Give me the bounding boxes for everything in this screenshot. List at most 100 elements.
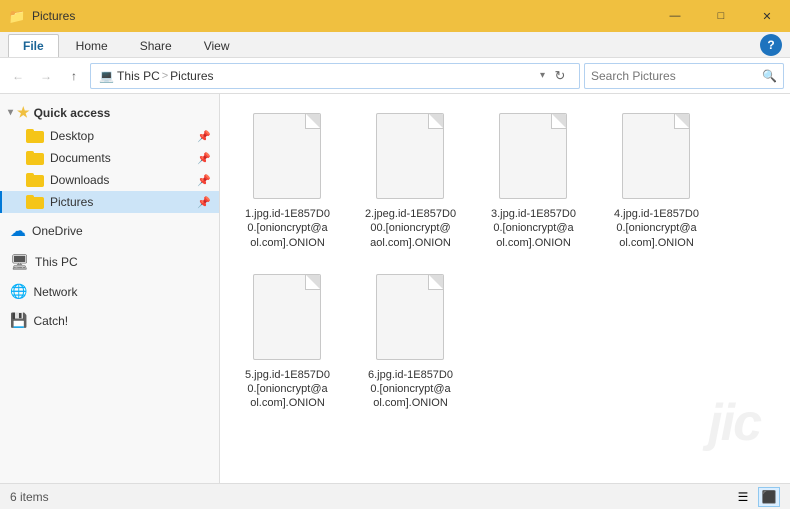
sidebar-section-quick-access: ▾ ★ Quick access Desktop 📌 Documents 📌 xyxy=(0,100,219,213)
path-sep-1: > xyxy=(162,70,168,82)
sidebar-item-network-label: Network xyxy=(33,285,77,299)
file-item-6[interactable]: 6.jpg.id-1E857D00.[onioncrypt@aol.com].O… xyxy=(353,265,468,418)
file-icon-6 xyxy=(376,274,446,362)
documents-pin-icon: 📌 xyxy=(197,152,211,165)
network-icon: 🌐 xyxy=(10,283,27,300)
window-icon: 📁 xyxy=(8,7,26,25)
status-bar: 6 items ☰ ⬛ xyxy=(0,483,790,509)
back-button[interactable]: ← xyxy=(6,64,30,88)
file-icon-3 xyxy=(499,113,569,201)
thispc-icon: 🖥 xyxy=(10,253,29,271)
pictures-folder-icon xyxy=(26,195,44,209)
close-button[interactable]: ✕ xyxy=(744,0,790,32)
view-toggle: ☰ ⬛ xyxy=(732,487,780,507)
doc-fold-5 xyxy=(306,275,320,289)
file-area: jic 1.jpg.id-1E857D00.[onioncrypt@aol.co… xyxy=(220,94,790,483)
tab-share[interactable]: Share xyxy=(125,34,187,57)
minimize-button[interactable]: — xyxy=(652,0,698,32)
file-item-3[interactable]: 3.jpg.id-1E857D00.[onioncrypt@aol.com].O… xyxy=(476,104,591,257)
address-bar: ← → ↑ 💻 This PC > Pictures ▾ ↻ 🔍 xyxy=(0,58,790,94)
sidebar-item-downloads-label: Downloads xyxy=(50,173,109,187)
desktop-folder-icon xyxy=(26,129,44,143)
file-icon-4 xyxy=(622,113,692,201)
sidebar-item-downloads[interactable]: Downloads 📌 xyxy=(0,169,219,191)
file-icon-2 xyxy=(376,113,446,201)
main-layout: ▾ ★ Quick access Desktop 📌 Documents 📌 xyxy=(0,94,790,483)
window-title: Pictures xyxy=(32,9,75,23)
file-item-1[interactable]: 1.jpg.id-1E857D00.[onioncrypt@aol.com].O… xyxy=(230,104,345,257)
tab-home[interactable]: Home xyxy=(61,34,123,57)
search-box[interactable]: 🔍 xyxy=(584,63,784,89)
doc-fold-6 xyxy=(429,275,443,289)
file-label-4: 4.jpg.id-1E857D00.[onioncrypt@aol.com].O… xyxy=(614,207,699,250)
files-grid: 1.jpg.id-1E857D00.[onioncrypt@aol.com].O… xyxy=(230,104,780,418)
search-input[interactable] xyxy=(591,69,758,83)
tab-file[interactable]: File xyxy=(8,34,59,57)
sidebar-section-catch: 💾 Catch! xyxy=(0,308,219,333)
item-count: 6 items xyxy=(10,490,49,504)
doc-fold-3 xyxy=(552,114,566,128)
file-label-5: 5.jpg.id-1E857D00.[onioncrypt@aol.com].O… xyxy=(245,368,330,411)
sidebar-item-thispc[interactable]: 🖥 This PC xyxy=(0,249,219,275)
search-icon: 🔍 xyxy=(762,69,777,83)
maximize-button[interactable]: □ xyxy=(698,0,744,32)
desktop-pin-icon: 📌 xyxy=(197,130,211,143)
sidebar-item-documents-label: Documents xyxy=(50,151,111,165)
sidebar-section-thispc: 🖥 This PC xyxy=(0,249,219,275)
sidebar-section-network: 🌐 Network xyxy=(0,279,219,304)
file-icon-1 xyxy=(253,113,323,201)
address-dropdown-icon[interactable]: ▾ xyxy=(540,70,545,81)
tiles-view-button[interactable]: ⬛ xyxy=(758,487,780,507)
forward-button[interactable]: → xyxy=(34,64,58,88)
sidebar-item-pictures-label: Pictures xyxy=(50,195,93,209)
doc-page-6 xyxy=(376,274,444,360)
sidebar-item-thispc-label: This PC xyxy=(35,255,78,269)
doc-fold-2 xyxy=(429,114,443,128)
address-box[interactable]: 💻 This PC > Pictures ▾ ↻ xyxy=(90,63,580,89)
sidebar-item-network[interactable]: 🌐 Network xyxy=(0,279,219,304)
file-label-1: 1.jpg.id-1E857D00.[onioncrypt@aol.com].O… xyxy=(245,207,330,250)
sidebar-quick-access-header[interactable]: ▾ ★ Quick access xyxy=(0,100,219,125)
catch-icon: 💾 xyxy=(10,312,27,329)
sidebar-item-onedrive[interactable]: ☁ OneDrive xyxy=(0,217,219,245)
refresh-button[interactable]: ↻ xyxy=(549,65,571,87)
file-label-6: 6.jpg.id-1E857D00.[onioncrypt@aol.com].O… xyxy=(368,368,453,411)
quick-access-label: Quick access xyxy=(34,106,111,120)
onedrive-icon: ☁ xyxy=(10,221,26,241)
sidebar-item-onedrive-label: OneDrive xyxy=(32,224,83,238)
title-bar-controls: — □ ✕ xyxy=(652,0,790,32)
documents-folder-icon xyxy=(26,151,44,165)
address-path: 💻 This PC > Pictures xyxy=(99,69,534,83)
title-bar: 📁 Pictures — □ ✕ xyxy=(0,0,790,32)
sidebar-item-catch-label: Catch! xyxy=(33,314,68,328)
sidebar-section-onedrive: ☁ OneDrive xyxy=(0,217,219,245)
doc-page-1 xyxy=(253,113,321,199)
pictures-pin-icon: 📌 xyxy=(197,196,211,209)
sidebar-item-desktop[interactable]: Desktop 📌 xyxy=(0,125,219,147)
help-button[interactable]: ? xyxy=(760,34,782,56)
quick-access-chevron: ▾ xyxy=(8,107,13,118)
quick-access-star-icon: ★ xyxy=(17,104,30,121)
file-item-4[interactable]: 4.jpg.id-1E857D00.[onioncrypt@aol.com].O… xyxy=(599,104,714,257)
file-item-2[interactable]: 2.jpeg.id-1E857D000.[onioncrypt@aol.com]… xyxy=(353,104,468,257)
file-icon-5 xyxy=(253,274,323,362)
sidebar: ▾ ★ Quick access Desktop 📌 Documents 📌 xyxy=(0,94,220,483)
sidebar-item-pictures[interactable]: Pictures 📌 xyxy=(0,191,219,213)
downloads-folder-icon xyxy=(26,173,44,187)
file-item-5[interactable]: 5.jpg.id-1E857D00.[onioncrypt@aol.com].O… xyxy=(230,265,345,418)
sidebar-item-desktop-label: Desktop xyxy=(50,129,94,143)
file-label-3: 3.jpg.id-1E857D00.[onioncrypt@aol.com].O… xyxy=(491,207,576,250)
list-view-button[interactable]: ☰ xyxy=(732,487,754,507)
sidebar-item-catch[interactable]: 💾 Catch! xyxy=(0,308,219,333)
doc-page-3 xyxy=(499,113,567,199)
sidebar-item-documents[interactable]: Documents 📌 xyxy=(0,147,219,169)
doc-fold-4 xyxy=(675,114,689,128)
up-button[interactable]: ↑ xyxy=(62,64,86,88)
tab-view[interactable]: View xyxy=(189,34,245,57)
path-segment-2: Pictures xyxy=(170,69,213,83)
doc-page-5 xyxy=(253,274,321,360)
title-bar-left: 📁 Pictures xyxy=(8,7,75,25)
downloads-pin-icon: 📌 xyxy=(197,174,211,187)
doc-page-2 xyxy=(376,113,444,199)
path-segment-1: 💻 This PC xyxy=(99,69,160,83)
